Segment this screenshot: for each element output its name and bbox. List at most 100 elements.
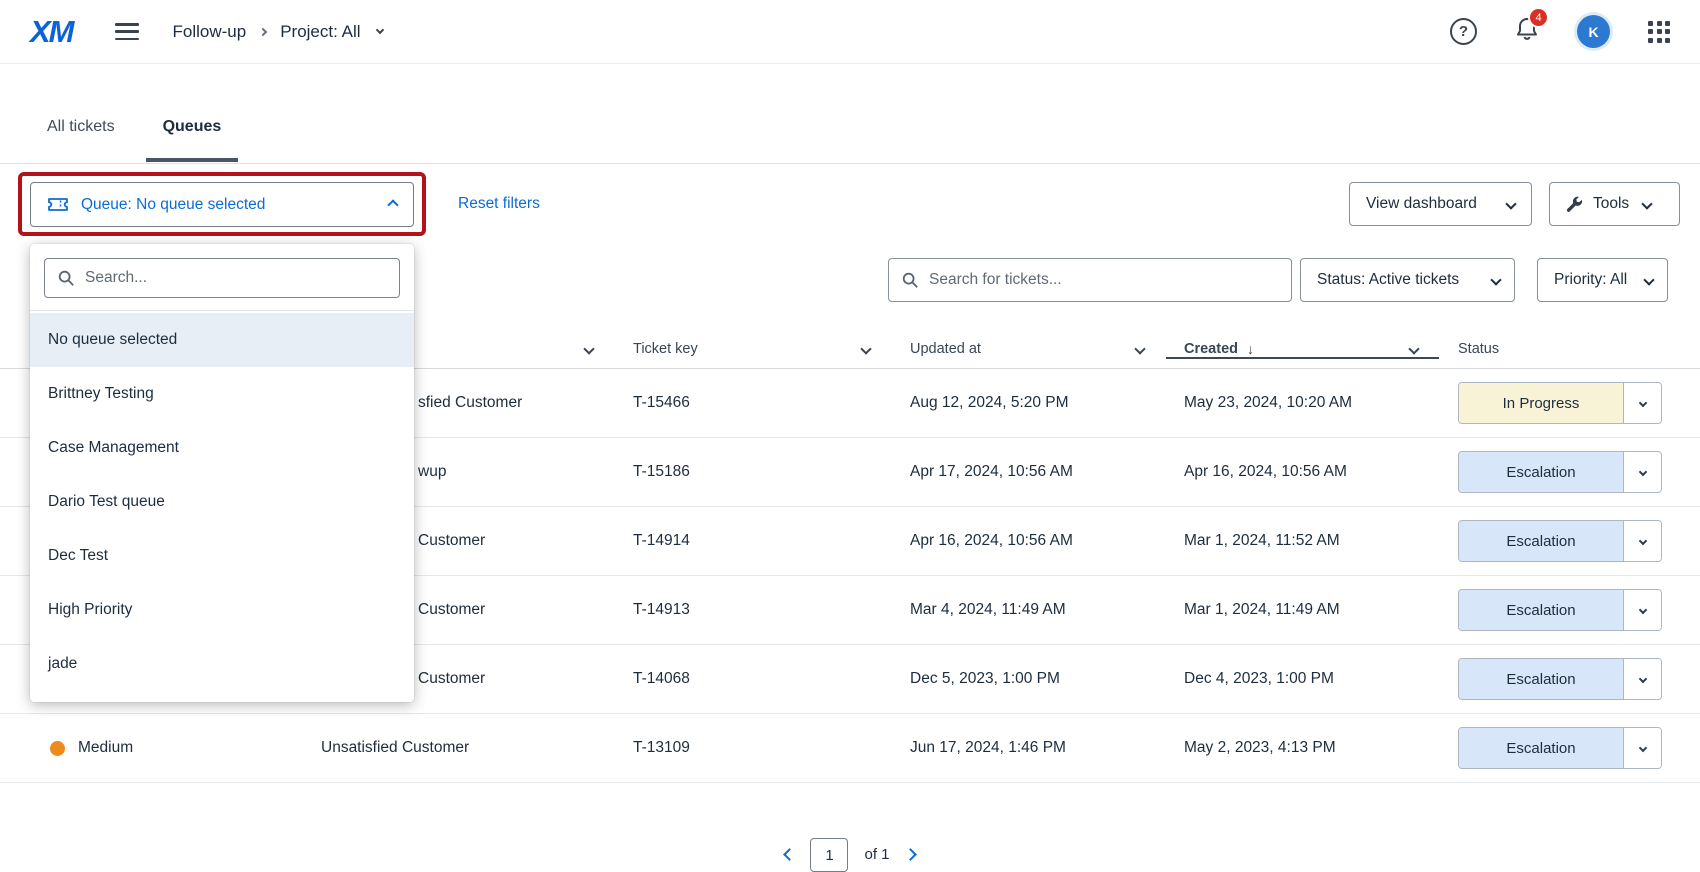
status-badge[interactable]: Escalation <box>1458 451 1662 493</box>
cell-status: Escalation <box>1458 727 1672 769</box>
status-filter-label: Status: Active tickets <box>1317 271 1459 289</box>
cell-priority: Medium <box>28 739 321 757</box>
tab-all-tickets[interactable]: All tickets <box>47 118 115 162</box>
tickets-search-input[interactable] <box>929 259 1291 301</box>
cell-ticket-key: T-14913 <box>633 601 910 619</box>
status-badge[interactable]: Escalation <box>1458 658 1662 700</box>
priority-label: Medium <box>78 739 133 757</box>
view-dashboard-button[interactable]: View dashboard <box>1349 182 1532 226</box>
chevron-down-icon <box>1643 274 1654 285</box>
search-icon <box>901 271 919 289</box>
column-header-updated-at[interactable]: Updated at <box>910 341 1184 357</box>
queue-option-no-queue[interactable]: No queue selected <box>30 313 414 367</box>
column-header-ticket-key[interactable]: Ticket key <box>633 341 910 357</box>
cell-created: Mar 1, 2024, 11:49 AM <box>1184 601 1458 619</box>
chevron-down-icon <box>1505 198 1516 209</box>
help-icon[interactable]: ? <box>1450 18 1477 45</box>
queue-selector-button[interactable]: Queue: No queue selected <box>30 182 414 227</box>
status-badge-label: In Progress <box>1459 383 1623 423</box>
chevron-down-icon[interactable] <box>583 343 594 354</box>
breadcrumb-follow-up[interactable]: Follow-up <box>173 22 247 42</box>
status-badge[interactable]: Escalation <box>1458 727 1662 769</box>
cell-ticket-key: T-15466 <box>633 394 910 412</box>
topbar: XM Follow-up Project: All ? 4 K <box>0 0 1700 64</box>
cell-status: Escalation <box>1458 658 1672 700</box>
queue-dropdown-panel: No queue selected Brittney Testing Case … <box>30 244 414 702</box>
tab-bar: All tickets Queues <box>47 118 221 162</box>
cell-ticket-key: T-14068 <box>633 670 910 688</box>
status-dropdown-button[interactable] <box>1623 728 1661 768</box>
status-badge-label: Escalation <box>1459 452 1623 492</box>
cell-status: Escalation <box>1458 520 1672 562</box>
chevron-down-icon[interactable] <box>375 25 383 33</box>
pagination-prev-icon[interactable] <box>784 848 797 861</box>
status-filter-button[interactable]: Status: Active tickets <box>1300 258 1515 302</box>
queue-option[interactable]: Dec Test <box>30 529 414 583</box>
priority-filter-label: Priority: All <box>1554 271 1627 289</box>
cell-updated-at: Mar 4, 2024, 11:49 AM <box>910 601 1184 619</box>
view-dashboard-label: View dashboard <box>1366 195 1477 213</box>
queue-option[interactable]: jade <box>30 637 414 691</box>
notification-count-badge: 4 <box>1530 9 1547 26</box>
tools-button[interactable]: Tools <box>1549 182 1680 226</box>
queue-search <box>44 258 400 298</box>
cell-created: May 23, 2024, 10:20 AM <box>1184 394 1458 412</box>
cell-updated-at: Apr 17, 2024, 10:56 AM <box>910 463 1184 481</box>
queue-selector-label: Queue: No queue selected <box>81 196 265 214</box>
cell-created: Dec 4, 2023, 1:00 PM <box>1184 670 1458 688</box>
breadcrumb-project-selector[interactable]: Project: All <box>280 22 360 42</box>
status-badge-label: Escalation <box>1459 590 1623 630</box>
cell-updated-at: Aug 12, 2024, 5:20 PM <box>910 394 1184 412</box>
tools-label: Tools <box>1593 195 1629 213</box>
wrench-icon <box>1564 195 1583 214</box>
cell-created: Mar 1, 2024, 11:52 AM <box>1184 532 1458 550</box>
pagination-next-icon[interactable] <box>904 848 917 861</box>
status-dropdown-button[interactable] <box>1623 659 1661 699</box>
column-header-status[interactable]: Status <box>1458 341 1672 357</box>
status-dropdown-button[interactable] <box>1623 383 1661 423</box>
cell-updated-at: Jun 17, 2024, 1:46 PM <box>910 739 1184 757</box>
queue-option[interactable]: High Priority <box>30 583 414 637</box>
column-header-created[interactable]: Created ↓ <box>1184 341 1458 357</box>
cell-status: Escalation <box>1458 589 1672 631</box>
reset-filters-link[interactable]: Reset filters <box>458 195 540 213</box>
cell-ticket-key: T-13109 <box>633 739 910 757</box>
status-dropdown-button[interactable] <box>1623 521 1661 561</box>
search-icon <box>57 269 75 287</box>
status-dropdown-button[interactable] <box>1623 452 1661 492</box>
status-badge[interactable]: In Progress <box>1458 382 1662 424</box>
chevron-down-icon <box>1490 274 1501 285</box>
chevron-down-icon[interactable] <box>1134 343 1145 354</box>
status-badge[interactable]: Escalation <box>1458 520 1662 562</box>
queue-option[interactable]: Brittney Testing <box>30 367 414 421</box>
pagination-of-label: of 1 <box>864 846 889 863</box>
cell-created: May 2, 2023, 4:13 PM <box>1184 739 1458 757</box>
pagination: 1 of 1 <box>0 838 1700 872</box>
chevron-down-icon[interactable] <box>860 343 871 354</box>
priority-medium-icon <box>50 741 65 756</box>
xm-logo[interactable]: XM <box>30 14 73 50</box>
queue-option[interactable]: Case Management <box>30 421 414 475</box>
cell-summary: Unsatisfied Customer <box>321 739 633 757</box>
apps-grid-icon[interactable] <box>1648 21 1670 43</box>
tab-queues[interactable]: Queues <box>146 118 239 162</box>
status-dropdown-button[interactable] <box>1623 590 1661 630</box>
breadcrumb: Follow-up Project: All <box>173 22 383 42</box>
chevron-down-icon[interactable] <box>1408 343 1419 354</box>
avatar[interactable]: K <box>1577 15 1610 48</box>
cell-ticket-key: T-14914 <box>633 532 910 550</box>
cell-created: Apr 16, 2024, 10:56 AM <box>1184 463 1458 481</box>
table-row[interactable]: Medium Unsatisfied Customer T-13109 Jun … <box>0 714 1700 783</box>
topbar-actions: ? 4 K <box>1450 15 1670 48</box>
chevron-right-icon <box>259 27 267 35</box>
tickets-search <box>888 258 1292 302</box>
notifications-button[interactable]: 4 <box>1515 16 1539 47</box>
queue-search-input[interactable] <box>85 259 399 297</box>
pagination-page-input[interactable]: 1 <box>810 838 848 872</box>
cell-updated-at: Dec 5, 2023, 1:00 PM <box>910 670 1184 688</box>
queue-option[interactable]: Dario Test queue <box>30 475 414 529</box>
status-badge[interactable]: Escalation <box>1458 589 1662 631</box>
chevron-up-icon <box>387 199 398 210</box>
priority-filter-button[interactable]: Priority: All <box>1537 258 1668 302</box>
hamburger-menu-icon[interactable] <box>115 23 139 40</box>
